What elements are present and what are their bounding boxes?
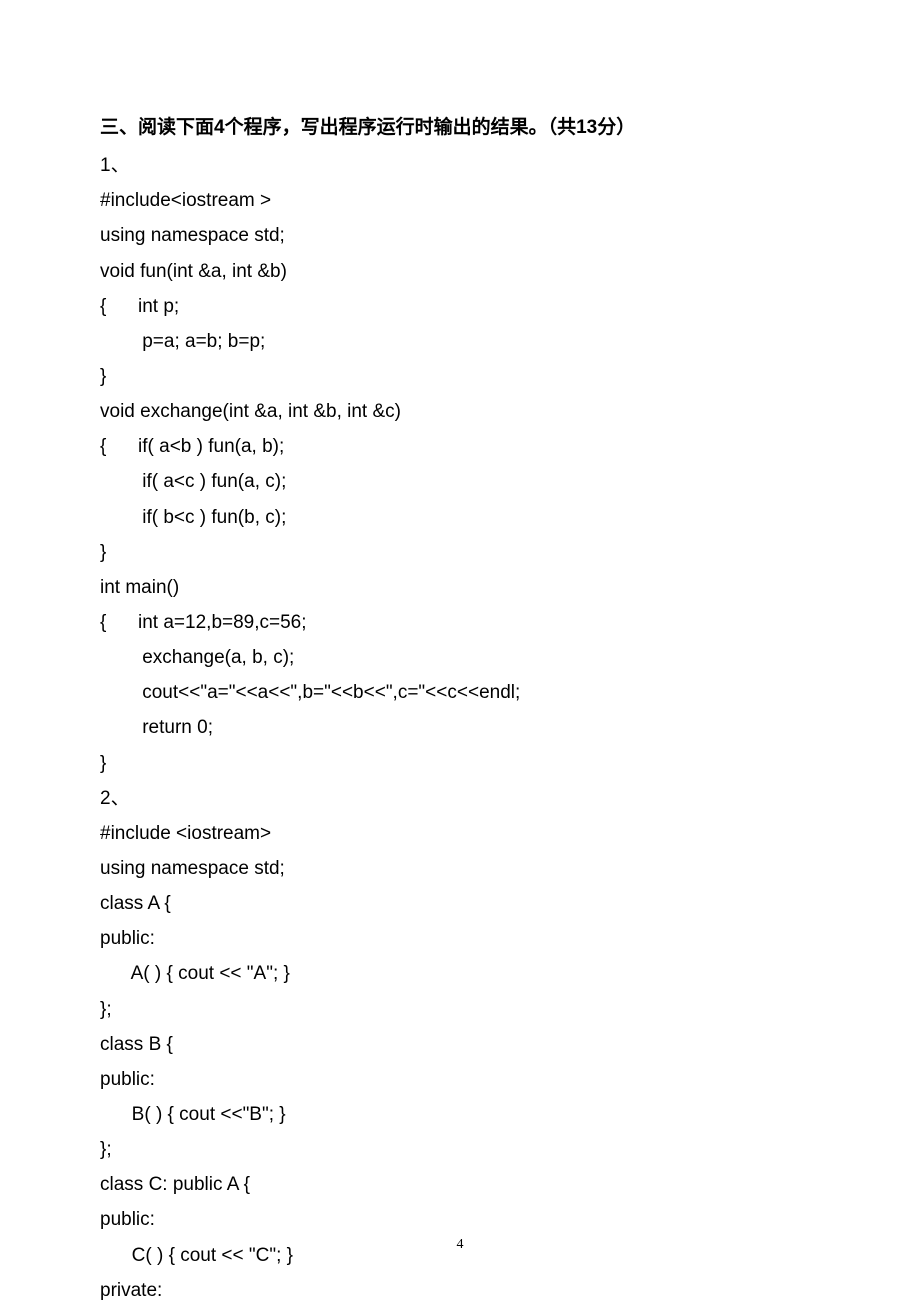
code-line: 2、 [100,781,820,816]
code-line: public: [100,921,820,956]
code-line: using namespace std; [100,218,820,253]
code-line: A( ) { cout << "A"; } [100,956,820,991]
code-line: using namespace std; [100,851,820,886]
code-line: cout<<"a="<<a<<",b="<<b<<",c="<<c<<endl; [100,675,820,710]
code-line: { if( a<b ) fun(a, b); [100,429,820,464]
code-line: int main() [100,570,820,605]
section-heading: 三、阅读下面4个程序，写出程序运行时输出的结果。（共13分） [100,110,820,145]
code-line: public: [100,1062,820,1097]
code-line: #include<iostream > [100,183,820,218]
code-line: if( b<c ) fun(b, c); [100,500,820,535]
code-line: void fun(int &a, int &b) [100,254,820,289]
code-line: } [100,746,820,781]
code-line: private: [100,1273,820,1308]
code-line: 1、 [100,148,820,183]
code-line: B( ) { cout <<"B"; } [100,1097,820,1132]
page-number: 4 [0,1232,920,1258]
code-line: class A { [100,886,820,921]
code-line: class C: public A { [100,1167,820,1202]
code-line: } [100,535,820,570]
code-line: } [100,359,820,394]
code-line: { int p; [100,289,820,324]
code-line: void exchange(int &a, int &b, int &c) [100,394,820,429]
code-line: p=a; a=b; b=p; [100,324,820,359]
code-line: }; [100,992,820,1027]
code-line: class B { [100,1027,820,1062]
code-line: }; [100,1132,820,1167]
code-line: if( a<c ) fun(a, c); [100,464,820,499]
code-line: exchange(a, b, c); [100,640,820,675]
code-line: { int a=12,b=89,c=56; [100,605,820,640]
code-line: return 0; [100,710,820,745]
code-content: 1、#include<iostream >using namespace std… [100,148,820,1308]
code-line: #include <iostream> [100,816,820,851]
